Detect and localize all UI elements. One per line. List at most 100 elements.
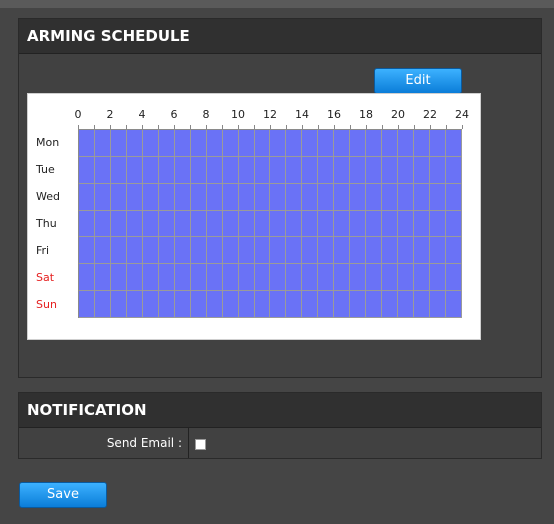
- schedule-cell[interactable]: [190, 156, 207, 184]
- schedule-cell[interactable]: [286, 264, 303, 292]
- schedule-cell[interactable]: [350, 210, 367, 238]
- schedule-cell[interactable]: [110, 264, 127, 292]
- schedule-cell[interactable]: [446, 183, 462, 211]
- schedule-cell[interactable]: [158, 237, 175, 265]
- schedule-cell[interactable]: [206, 237, 223, 265]
- schedule-cell[interactable]: [286, 156, 303, 184]
- schedule-cell[interactable]: [238, 156, 255, 184]
- schedule-cell[interactable]: [398, 130, 415, 157]
- schedule-cell[interactable]: [430, 210, 447, 238]
- schedule-cell[interactable]: [446, 130, 462, 157]
- schedule-cell[interactable]: [302, 264, 319, 292]
- schedule-cell[interactable]: [79, 183, 95, 211]
- schedule-cell[interactable]: [286, 130, 303, 157]
- schedule-cell[interactable]: [174, 291, 191, 318]
- schedule-cell[interactable]: [79, 291, 95, 318]
- schedule-cell[interactable]: [238, 264, 255, 292]
- schedule-cell[interactable]: [350, 183, 367, 211]
- schedule-cell[interactable]: [398, 156, 415, 184]
- schedule-cell[interactable]: [414, 210, 431, 238]
- schedule-cell[interactable]: [414, 291, 431, 318]
- schedule-cell[interactable]: [110, 156, 127, 184]
- schedule-cell[interactable]: [366, 183, 383, 211]
- schedule-cell[interactable]: [302, 291, 319, 318]
- schedule-cell[interactable]: [126, 264, 143, 292]
- schedule-cell[interactable]: [110, 291, 127, 318]
- schedule-cell[interactable]: [414, 156, 431, 184]
- schedule-cell[interactable]: [238, 183, 255, 211]
- schedule-cell[interactable]: [446, 291, 462, 318]
- schedule-cell[interactable]: [222, 210, 239, 238]
- schedule-cell[interactable]: [414, 264, 431, 292]
- schedule-cell[interactable]: [206, 130, 223, 157]
- schedule-cell[interactable]: [238, 291, 255, 318]
- schedule-cell[interactable]: [366, 291, 383, 318]
- schedule-cell[interactable]: [430, 264, 447, 292]
- schedule-cell[interactable]: [286, 291, 303, 318]
- schedule-cell[interactable]: [79, 210, 95, 238]
- schedule-cell[interactable]: [79, 156, 95, 184]
- schedule-cell[interactable]: [110, 183, 127, 211]
- schedule-cell[interactable]: [126, 183, 143, 211]
- schedule-cell[interactable]: [366, 210, 383, 238]
- schedule-cell[interactable]: [382, 183, 399, 211]
- schedule-cell[interactable]: [94, 130, 111, 157]
- schedule-cell[interactable]: [318, 130, 335, 157]
- schedule-cell[interactable]: [206, 183, 223, 211]
- schedule-cell[interactable]: [286, 237, 303, 265]
- schedule-cell[interactable]: [222, 264, 239, 292]
- schedule-cell[interactable]: [398, 237, 415, 265]
- schedule-cell[interactable]: [190, 291, 207, 318]
- schedule-cell[interactable]: [318, 210, 335, 238]
- schedule-cell[interactable]: [238, 210, 255, 238]
- schedule-cell[interactable]: [430, 156, 447, 184]
- schedule-cell[interactable]: [254, 156, 271, 184]
- schedule-cell[interactable]: [430, 130, 447, 157]
- schedule-cell[interactable]: [446, 264, 462, 292]
- schedule-cell[interactable]: [222, 237, 239, 265]
- schedule-cell[interactable]: [94, 156, 111, 184]
- schedule-cell[interactable]: [446, 237, 462, 265]
- schedule-cell[interactable]: [158, 130, 175, 157]
- schedule-cell[interactable]: [142, 291, 159, 318]
- schedule-cell[interactable]: [430, 183, 447, 211]
- schedule-cell[interactable]: [270, 264, 287, 292]
- schedule-cell[interactable]: [382, 210, 399, 238]
- schedule-cell[interactable]: [334, 237, 351, 265]
- schedule-cell[interactable]: [254, 264, 271, 292]
- schedule-cell[interactable]: [126, 237, 143, 265]
- schedule-cell[interactable]: [142, 156, 159, 184]
- schedule-cell[interactable]: [270, 130, 287, 157]
- schedule-cell[interactable]: [398, 291, 415, 318]
- schedule-cell[interactable]: [366, 237, 383, 265]
- schedule-cell[interactable]: [334, 210, 351, 238]
- schedule-cell[interactable]: [174, 156, 191, 184]
- schedule-cell[interactable]: [254, 183, 271, 211]
- schedule-cell[interactable]: [158, 291, 175, 318]
- schedule-cell[interactable]: [350, 156, 367, 184]
- schedule-cell[interactable]: [254, 210, 271, 238]
- schedule-cell[interactable]: [382, 156, 399, 184]
- edit-button[interactable]: Edit: [374, 68, 462, 94]
- schedule-cell[interactable]: [79, 130, 95, 157]
- schedule-cell[interactable]: [190, 264, 207, 292]
- schedule-cell[interactable]: [414, 130, 431, 157]
- schedule-cell[interactable]: [398, 210, 415, 238]
- schedule-cell[interactable]: [158, 264, 175, 292]
- schedule-cell[interactable]: [94, 237, 111, 265]
- schedule-cell[interactable]: [270, 156, 287, 184]
- schedule-cell[interactable]: [222, 183, 239, 211]
- schedule-cell[interactable]: [398, 264, 415, 292]
- schedule-cell[interactable]: [366, 156, 383, 184]
- schedule-cell[interactable]: [382, 130, 399, 157]
- schedule-cell[interactable]: [318, 156, 335, 184]
- schedule-cell[interactable]: [110, 210, 127, 238]
- schedule-grid[interactable]: [78, 129, 462, 318]
- schedule-cell[interactable]: [382, 291, 399, 318]
- schedule-cell[interactable]: [414, 183, 431, 211]
- schedule-cell[interactable]: [158, 183, 175, 211]
- schedule-cell[interactable]: [238, 130, 255, 157]
- schedule-cell[interactable]: [94, 264, 111, 292]
- schedule-cell[interactable]: [190, 183, 207, 211]
- schedule-cell[interactable]: [414, 237, 431, 265]
